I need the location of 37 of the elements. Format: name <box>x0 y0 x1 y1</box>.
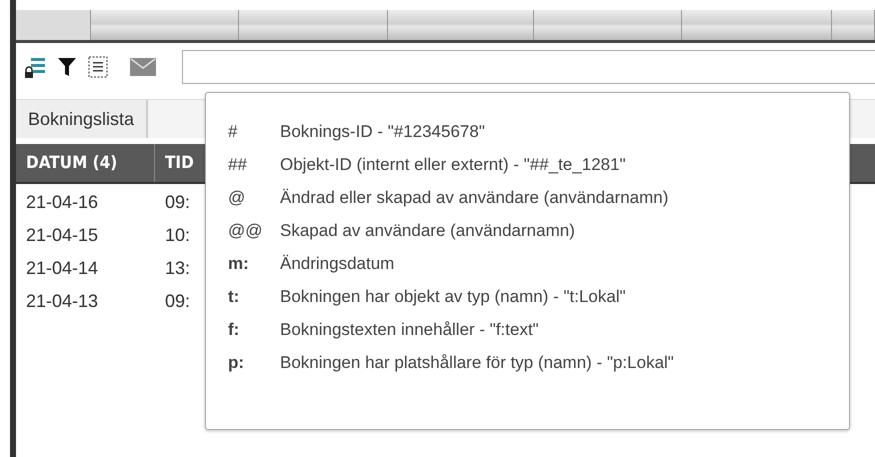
syntax-key: t: <box>228 286 280 306</box>
table-cell-text: 13: <box>164 258 192 279</box>
syntax-description: Ändrad eller skapad av användare (användarnamn) <box>280 188 668 208</box>
envelope-icon[interactable] <box>130 58 156 76</box>
syntax-key: ## <box>228 154 280 174</box>
syntax-key: # <box>228 122 280 142</box>
header-tab[interactable] <box>388 10 534 40</box>
table-cell-text: 10: <box>164 225 192 246</box>
table-cell-text: 09: <box>164 291 192 312</box>
syntax-key: f: <box>228 320 280 340</box>
syntax-description: Boknings-ID - "#12345678" <box>280 122 485 142</box>
syntax-description: Bokningen har platshållare för typ (namn) - "p:Lokal" <box>280 352 674 372</box>
header-tab[interactable] <box>832 10 875 40</box>
table-cell-text: 21-04-15 <box>25 225 100 246</box>
filter-icon[interactable] <box>58 57 76 77</box>
syntax-key: @@ <box>228 220 280 240</box>
syntax-description: Skapad av användare (användarnamn) <box>280 220 575 240</box>
header-tab[interactable] <box>91 10 239 40</box>
header-tab[interactable] <box>682 10 832 40</box>
header-tab[interactable] <box>534 10 682 40</box>
table-cell-text: 21-04-16 <box>25 192 100 213</box>
syntax-description: Bokningstexten innehåller - "f:text" <box>280 320 539 340</box>
syntax-description: Objekt-ID (internt eller externt) - "##_te_1281" <box>280 154 626 174</box>
syntax-description: Ändringsdatum <box>280 254 394 274</box>
syntax-key: m: <box>228 254 280 274</box>
tab[interactable]: Bokningslista <box>16 100 148 138</box>
dashed-list-icon[interactable] <box>88 56 108 78</box>
table-cell-text: 21-04-13 <box>25 291 100 312</box>
syntax-key: @ <box>228 188 280 208</box>
header-tab[interactable] <box>239 10 388 40</box>
locked-list-icon[interactable] <box>24 55 46 79</box>
table-cell-text: 09: <box>164 192 192 213</box>
table-cell-text: 21-04-14 <box>25 258 100 279</box>
syntax-description: Bokningen har objekt av typ (namn) - "t:Lokal" <box>280 286 626 306</box>
column-header[interactable]: DATUM (4) <box>16 144 155 182</box>
syntax-key: p: <box>228 352 280 372</box>
search-field[interactable] <box>182 50 875 84</box>
